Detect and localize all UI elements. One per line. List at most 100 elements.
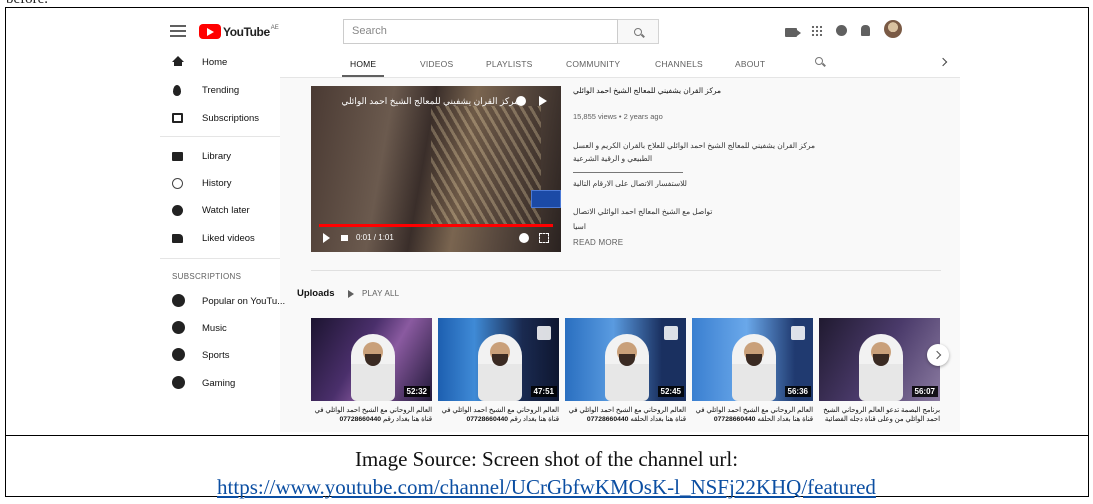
caption-link[interactable]: https://www.youtube.com/channel/UCrGbfwK… <box>0 475 1093 500</box>
volume-icon[interactable] <box>341 235 348 241</box>
uploads-heading[interactable]: Uploads <box>297 288 334 299</box>
history-icon <box>172 177 183 189</box>
video-title[interactable]: العالم الروحاني مع الشيخ احمد الوائلي في… <box>311 406 432 424</box>
sidebar-item-watch-later[interactable]: Watch later <box>160 198 280 222</box>
library-icon <box>172 151 183 161</box>
sports-icon <box>172 348 185 361</box>
divider <box>573 172 683 173</box>
sidebar-item-home[interactable]: Home <box>160 50 280 74</box>
video-title[interactable]: العالم الروحاني مع الشيخ احمد الوائلي في… <box>565 406 686 424</box>
tab-playlists[interactable]: PLAYLISTS <box>486 59 533 69</box>
channel-tabs: HOME VIDEOS PLAYLISTS COMMUNITY CHANNELS… <box>280 50 960 78</box>
description-line: مركز القران يشفيني للمعالج الشيخ احمد ال… <box>573 141 816 163</box>
fullscreen-icon[interactable] <box>539 233 549 243</box>
sidebar-item-label: Library <box>202 150 232 162</box>
create-video-icon[interactable] <box>785 27 801 37</box>
sidebar-item-trending[interactable]: Trending <box>160 78 280 102</box>
sidebar-item-label: Watch later <box>202 204 250 216</box>
divider <box>160 136 280 137</box>
watch-later-icon[interactable] <box>516 96 526 106</box>
channel-watermark <box>664 326 678 340</box>
play-all-button[interactable]: PLAY ALL <box>362 289 399 298</box>
read-more-link[interactable]: READ MORE <box>573 238 623 247</box>
sidebar-item-label: Sports <box>202 349 230 361</box>
video-title[interactable]: العالم الروحاني مع الشيخ احمد الوائلي في… <box>692 406 813 424</box>
sidebar-item-label: Popular on YouTu... <box>202 295 286 307</box>
avatar[interactable] <box>884 20 902 38</box>
tab-community[interactable]: COMMUNITY <box>566 59 620 69</box>
video-thumbnail[interactable]: 52:32 <box>311 318 432 401</box>
description-line: اسيا <box>573 222 586 231</box>
table-divider <box>5 435 1089 436</box>
notifications-icon[interactable] <box>861 25 870 36</box>
video-title[interactable]: برنامج البصمة تدعو العالم الروحاني الشيخ… <box>819 406 940 424</box>
video-thumbnail[interactable]: 52:45 <box>565 318 686 401</box>
tab-about[interactable]: ABOUT <box>735 59 765 69</box>
search-button[interactable] <box>618 19 659 44</box>
caption-text: Image Source: Screen shot of the channel… <box>354 447 739 471</box>
sidebar-item-label: Gaming <box>202 377 236 389</box>
chevron-right-icon[interactable] <box>938 57 948 67</box>
sidebar-item-history[interactable]: History <box>160 171 280 195</box>
video-thumbnail[interactable]: 47:51 <box>438 318 559 401</box>
video-title[interactable]: العالم الروحاني مع الشيخ احمد الوائلي في… <box>438 406 559 424</box>
subscriptions-icon <box>172 113 183 123</box>
search-icon <box>634 27 642 36</box>
featured-title[interactable]: مركز القران يشفيني للمعالج الشيخ احمد ال… <box>573 86 721 95</box>
channel-watermark <box>791 326 805 340</box>
settings-gear-icon[interactable] <box>519 233 529 243</box>
youtube-screenshot: YouTube AE Search Home Trending Subscrip… <box>160 14 960 432</box>
watch-later-icon <box>172 204 183 216</box>
tab-videos[interactable]: VIDEOS <box>420 59 453 69</box>
sidebar-item-liked-videos[interactable]: Liked videos <box>160 226 280 250</box>
tab-home[interactable]: HOME <box>350 59 376 69</box>
progress-fill <box>319 224 553 227</box>
carousel-next-button[interactable] <box>927 344 949 366</box>
progress-bar[interactable] <box>319 224 553 227</box>
play-icon[interactable] <box>323 233 330 243</box>
sidebar: Home Trending Subscriptions Library Hist… <box>160 50 285 432</box>
apps-icon[interactable] <box>811 25 822 36</box>
popular-icon <box>172 294 185 307</box>
channel-search-icon[interactable] <box>815 57 823 65</box>
video-overlay-title[interactable]: مركز القران يشفيني للمعالج الشيخ احمد ال… <box>341 96 519 107</box>
menu-icon[interactable] <box>170 25 186 39</box>
video-thumbnail[interactable]: 56:36 <box>692 318 813 401</box>
sidebar-item-popular[interactable]: Popular on YouTu... <box>160 289 285 313</box>
duration-badge: 56:07 <box>911 386 938 397</box>
sidebar-item-subscriptions[interactable]: Subscriptions <box>160 106 280 130</box>
search-input[interactable]: Search <box>343 19 618 44</box>
country-code: AE <box>270 24 279 31</box>
play-all-icon[interactable] <box>348 290 354 298</box>
subscriptions-header: SUBSCRIPTIONS <box>172 272 242 281</box>
description-line: تواصل مع الشيخ المعالج احمد الوائلي الات… <box>573 207 713 216</box>
sidebar-item-gaming[interactable]: Gaming <box>160 371 280 395</box>
share-icon[interactable] <box>539 96 547 106</box>
view-meta: 15,855 views • 2 years ago <box>573 112 663 121</box>
youtube-play-icon <box>199 24 221 39</box>
logo-text: YouTube <box>223 24 270 39</box>
video-thumbnail[interactable]: 56:07 <box>819 318 940 401</box>
duration-badge: 52:45 <box>657 386 684 397</box>
duration-badge: 56:36 <box>784 386 811 397</box>
sidebar-item-label: Home <box>202 56 228 68</box>
section-divider <box>311 270 941 271</box>
description-line: للاستفسار الاتصال على الارقام التالية <box>573 179 687 188</box>
video-end-card[interactable] <box>531 190 561 208</box>
featured-video-player[interactable]: مركز القران يشفيني للمعالج الشيخ احمد ال… <box>311 86 561 252</box>
duration-badge: 52:32 <box>403 386 430 397</box>
active-tab-indicator <box>342 75 384 77</box>
gaming-icon <box>172 376 185 389</box>
sidebar-item-label: Music <box>202 322 227 334</box>
sidebar-item-label: Subscriptions <box>202 112 260 124</box>
sidebar-item-label: History <box>202 177 232 189</box>
liked-videos-icon <box>172 233 183 243</box>
sidebar-item-music[interactable]: Music <box>160 316 280 340</box>
messages-icon[interactable] <box>836 25 847 36</box>
music-icon <box>172 321 185 334</box>
youtube-logo[interactable]: YouTube AE <box>199 24 279 39</box>
tab-channels[interactable]: CHANNELS <box>655 59 703 69</box>
channel-watermark <box>537 326 551 340</box>
sidebar-item-sports[interactable]: Sports <box>160 343 280 367</box>
sidebar-item-library[interactable]: Library <box>160 144 280 168</box>
